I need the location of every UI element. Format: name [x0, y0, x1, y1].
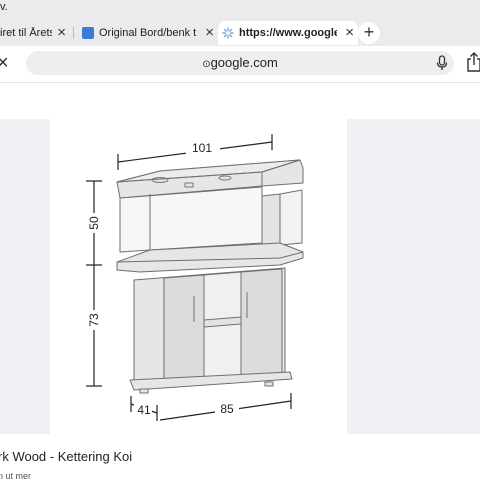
close-icon[interactable]: ×: [345, 24, 354, 42]
aquarium-glass: [119, 186, 263, 253]
url-text: google.com: [210, 55, 278, 70]
dimension-label-depth: 41: [137, 403, 151, 417]
tab-2-label: Original Bord/benk til J: [99, 27, 197, 39]
dimension-label-width-top: 101: [192, 141, 212, 155]
aquarium-side-glass: [279, 189, 303, 246]
share-icon[interactable]: [466, 52, 480, 72]
dimension-label-height-cabinet: 73: [87, 313, 101, 327]
close-icon[interactable]: ×: [0, 53, 9, 73]
tab-bar: iret til Årets × Original Bord/benk til …: [0, 18, 480, 46]
dimension-label-width-base: 85: [220, 402, 234, 416]
tab-separator: [73, 27, 74, 39]
image-result-right[interactable]: [347, 119, 480, 434]
cabinet-foot: [264, 381, 274, 387]
cabinet-door-right: [240, 268, 283, 381]
window-top-strip: v.: [0, 0, 480, 18]
tab-2[interactable]: Original Bord/benk til J ×: [78, 21, 218, 45]
site-settings-icon[interactable]: ⊙: [202, 59, 210, 70]
dimension-label-height-tank: 50: [87, 216, 101, 230]
site-favicon-icon: [82, 27, 94, 39]
product-image-aquarium-cabinet[interactable]: 101 50 73 41 85: [60, 122, 350, 432]
tab-1-label: iret til Årets: [0, 27, 52, 39]
tab-3-active[interactable]: https://www.google.co ×: [218, 21, 358, 45]
aquarium-filter: [261, 193, 281, 248]
cabinet-door-left: [163, 274, 205, 386]
microphone-icon[interactable]: [436, 55, 448, 71]
cabinet-foot: [139, 388, 149, 394]
address-bar[interactable]: ⊙google.com: [26, 51, 454, 75]
window-title-fragment: v.: [0, 1, 8, 13]
tab-1[interactable]: iret til Årets ×: [0, 21, 70, 45]
image-result-left[interactable]: [0, 119, 50, 434]
loading-spinner-icon: [222, 27, 234, 39]
new-tab-button[interactable]: +: [358, 22, 380, 44]
close-icon[interactable]: ×: [205, 24, 214, 42]
product-caption[interactable]: rk Wood - Kettering Koi: [0, 449, 132, 464]
close-icon[interactable]: ×: [57, 24, 66, 42]
tab-3-label: https://www.google.co: [239, 27, 337, 39]
address-bar-url: ⊙google.com: [26, 55, 454, 70]
